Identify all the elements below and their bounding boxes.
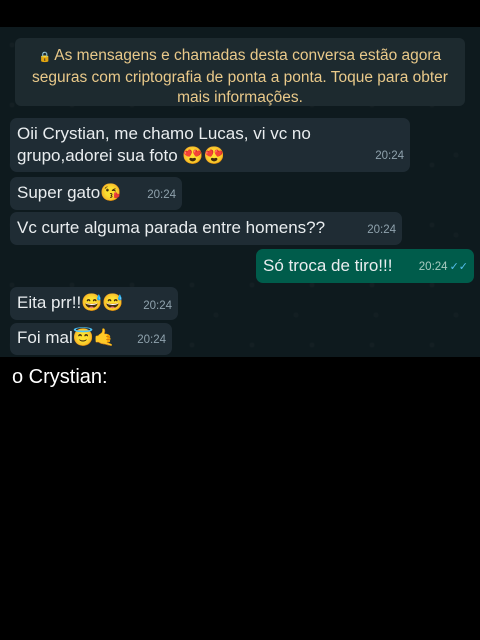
message-time-value: 20:24 [418,261,448,273]
message-text: Só troca de tiro!!! [263,256,393,275]
message-bubble-incoming[interactable]: Foi mal😇🤙 20:24 [10,323,172,355]
message-bubble-incoming[interactable]: Vc curte alguma parada entre homens?? 20… [10,212,402,245]
message-bubble-incoming[interactable]: Oii Crystian, me chamo Lucas, vi vc no g… [10,118,410,172]
read-ticks-icon: ✓✓ [449,261,468,273]
encryption-notice-text: As mensagens e chamadas desta conversa e… [32,47,448,106]
message-text: Vc curte alguma parada entre homens?? [17,218,326,237]
message-time: 20:24 ✓✓ [419,256,468,278]
message-time: 20:24 [375,150,404,162]
message-time: 20:24 [147,189,176,201]
message-time: 20:24 [143,300,172,312]
message-text: Foi mal😇🤙 [17,328,116,347]
lock-icon: 🔒 [38,52,52,63]
message-text: Super gato😘 [17,183,122,202]
message-bubble-incoming[interactable]: Super gato😘 20:24 [10,177,182,210]
message-time: 20:24 [137,334,166,346]
encryption-notice[interactable]: 🔒 As mensagens e chamadas desta conversa … [15,38,465,106]
video-caption: o Crystian: [12,366,108,388]
message-time: 20:24 [367,224,396,236]
message-bubble-incoming[interactable]: Eita prr!!😅😅 20:24 [10,287,178,320]
message-text: grupo,adorei sua foto 😍😍 [17,146,225,165]
message-text: Oii Crystian, me chamo Lucas, vi vc no [17,124,311,143]
message-text: Eita prr!!😅😅 [17,293,124,312]
message-bubble-outgoing[interactable]: Só troca de tiro!!! 20:24 ✓✓ [256,249,474,283]
chat-screenshot: 🔒 As mensagens e chamadas desta conversa … [0,27,480,357]
